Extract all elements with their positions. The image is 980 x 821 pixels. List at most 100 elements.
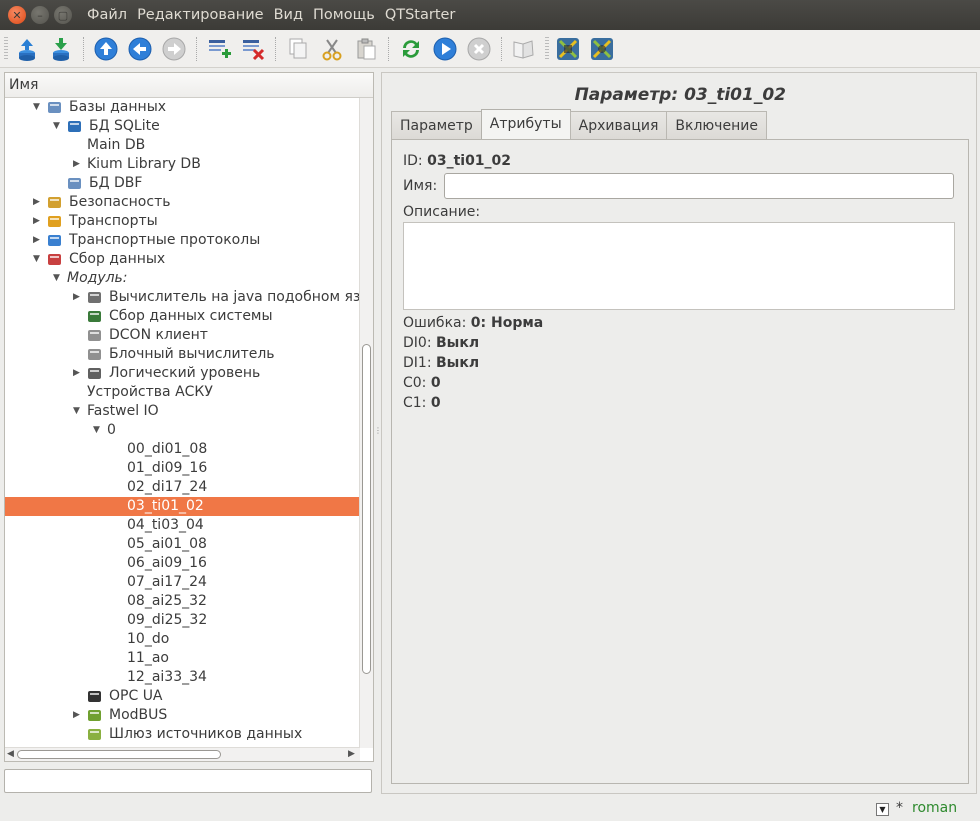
menu-help[interactable]: Помощь [308, 7, 380, 23]
manual-button[interactable] [510, 35, 538, 63]
add-item-button[interactable] [205, 35, 233, 63]
vertical-scrollbar-thumb[interactable] [362, 344, 371, 674]
tree-item[interactable]: 09_di25_32 [5, 611, 373, 630]
gateway-icon [87, 727, 102, 742]
collapse-arrow-icon[interactable]: ▼ [93, 421, 100, 440]
toolbar-grip[interactable] [4, 36, 8, 61]
tree-item[interactable]: 07_ai17_24 [5, 573, 373, 592]
dbf-icon [67, 176, 82, 191]
user-name[interactable]: roman [912, 800, 957, 816]
navigation-tree[interactable]: ▼ Базы данных ▼ БД SQLite Main DB ▶ Kium Libra… [5, 98, 373, 744]
tree-item[interactable]: ▼ Сбор данных [5, 250, 373, 269]
tools-button-1[interactable] [554, 35, 582, 63]
tree-item[interactable]: Устройства АСКУ [5, 383, 373, 402]
tree-item[interactable]: ▼ Модуль: [5, 269, 373, 288]
refresh-button[interactable] [397, 35, 425, 63]
tree-item[interactable]: 10_do [5, 630, 373, 649]
expand-arrow-icon[interactable]: ▶ [33, 231, 40, 250]
expand-arrow-icon[interactable]: ▶ [73, 364, 80, 383]
start-button[interactable] [431, 35, 459, 63]
scroll-right-icon[interactable]: ▶ [348, 749, 355, 759]
tree-item[interactable]: ▶ Транспорты [5, 212, 373, 231]
back-button[interactable] [126, 35, 154, 63]
collapse-arrow-icon[interactable]: ▼ [53, 117, 60, 136]
tree-item[interactable]: 04_ti03_04 [5, 516, 373, 535]
tree-item[interactable]: ▶ Транспортные протоколы [5, 231, 373, 250]
collapse-arrow-icon[interactable]: ▼ [73, 402, 80, 421]
command-input[interactable] [4, 769, 372, 793]
expand-arrow-icon[interactable]: ▶ [73, 706, 80, 725]
tools-button-2[interactable] [588, 35, 616, 63]
chevron-down-icon[interactable]: ▼ [876, 803, 889, 816]
tree-column-header[interactable]: Имя [5, 73, 373, 98]
tree-item[interactable]: ▼ Fastwel IO [5, 402, 373, 421]
tree-item-label: 11_ao [127, 650, 169, 666]
expand-arrow-icon[interactable]: ▶ [33, 212, 40, 231]
tree-item[interactable]: ▼ 0 [5, 421, 373, 440]
tree-item[interactable]: ▶ Kium Library DB [5, 155, 373, 174]
tree-item[interactable]: 05_ai01_08 [5, 535, 373, 554]
tree-item[interactable]: 01_di09_16 [5, 459, 373, 478]
collapse-arrow-icon[interactable]: ▼ [33, 98, 40, 117]
name-field[interactable] [444, 173, 954, 199]
menu-qtstarter[interactable]: QTStarter [380, 7, 461, 23]
tree-item[interactable]: Блочный вычислитель [5, 345, 373, 364]
collapse-arrow-icon[interactable]: ▼ [33, 250, 40, 269]
tree-item-label: 02_di17_24 [127, 479, 208, 495]
tree-item[interactable]: ▶ Логический уровень [5, 364, 373, 383]
tree-item[interactable]: 12_ai33_34 [5, 668, 373, 687]
copy-button[interactable] [284, 35, 312, 63]
expand-arrow-icon[interactable]: ▶ [33, 193, 40, 212]
forward-button[interactable] [160, 35, 188, 63]
tree-item[interactable]: 02_di17_24 [5, 478, 373, 497]
tree-item[interactable]: DCON клиент [5, 326, 373, 345]
vertical-scrollbar[interactable] [359, 98, 373, 748]
di1-value: Выкл [436, 355, 480, 371]
tree-item[interactable]: БД DBF [5, 174, 373, 193]
tree-item[interactable]: OPC UA [5, 687, 373, 706]
menu-file[interactable]: Файл [82, 7, 132, 23]
start-icon [433, 37, 457, 60]
collapse-arrow-icon[interactable]: ▼ [53, 269, 60, 288]
tree-item[interactable]: ▶ ModBUS [5, 706, 373, 725]
minimize-window-icon[interactable]: – [31, 6, 49, 24]
tree-item-label: 08_ai25_32 [127, 593, 207, 609]
db-load-button[interactable] [13, 35, 41, 63]
tree-item-label: 0 [107, 422, 116, 438]
horizontal-scrollbar[interactable]: ◀ ▶ [5, 747, 360, 761]
menu-edit[interactable]: Редактирование [132, 7, 269, 23]
tree-item[interactable]: 06_ai09_16 [5, 554, 373, 573]
delete-item-button[interactable] [239, 35, 267, 63]
tree-item-label: ModBUS [109, 707, 168, 723]
maximize-window-icon[interactable]: ▢ [54, 6, 72, 24]
tree-item[interactable]: ▶ Безопасность [5, 193, 373, 212]
tree-item[interactable]: 08_ai25_32 [5, 592, 373, 611]
up-button[interactable] [92, 35, 120, 63]
expand-arrow-icon[interactable]: ▶ [73, 155, 80, 174]
tab-parameter[interactable]: Параметр [391, 111, 482, 139]
scroll-left-icon[interactable]: ◀ [7, 749, 14, 759]
tab-enabling[interactable]: Включение [666, 111, 767, 139]
tree-item[interactable]: ▶ Вычислитель на java подобном языке [5, 288, 373, 307]
tab-attributes[interactable]: Атрибуты [480, 109, 571, 139]
tree-item[interactable]: 00_di01_08 [5, 440, 373, 459]
expand-arrow-icon[interactable]: ▶ [73, 288, 80, 307]
cut-button[interactable] [318, 35, 346, 63]
tree-item[interactable]: 11_ao [5, 649, 373, 668]
tree-item[interactable]: Шлюз источников данных [5, 725, 373, 744]
close-window-icon[interactable]: ✕ [8, 6, 26, 24]
description-field[interactable] [403, 222, 955, 310]
horizontal-scrollbar-thumb[interactable] [17, 750, 221, 759]
toolbar-grip[interactable] [545, 36, 549, 61]
tree-item[interactable]: ▼ Базы данных [5, 98, 373, 117]
tree-item[interactable]: Сбор данных системы [5, 307, 373, 326]
tree-item[interactable]: Main DB [5, 136, 373, 155]
paste-button[interactable] [352, 35, 380, 63]
tab-archiving[interactable]: Архивация [569, 111, 668, 139]
menu-view[interactable]: Вид [269, 7, 308, 23]
tree-item[interactable]: ▼ БД SQLite [5, 117, 373, 136]
di0-value: Выкл [436, 335, 480, 351]
db-save-button[interactable] [47, 35, 75, 63]
tree-item[interactable]: 03_ti01_02 [5, 497, 373, 516]
stop-button[interactable] [465, 35, 493, 63]
